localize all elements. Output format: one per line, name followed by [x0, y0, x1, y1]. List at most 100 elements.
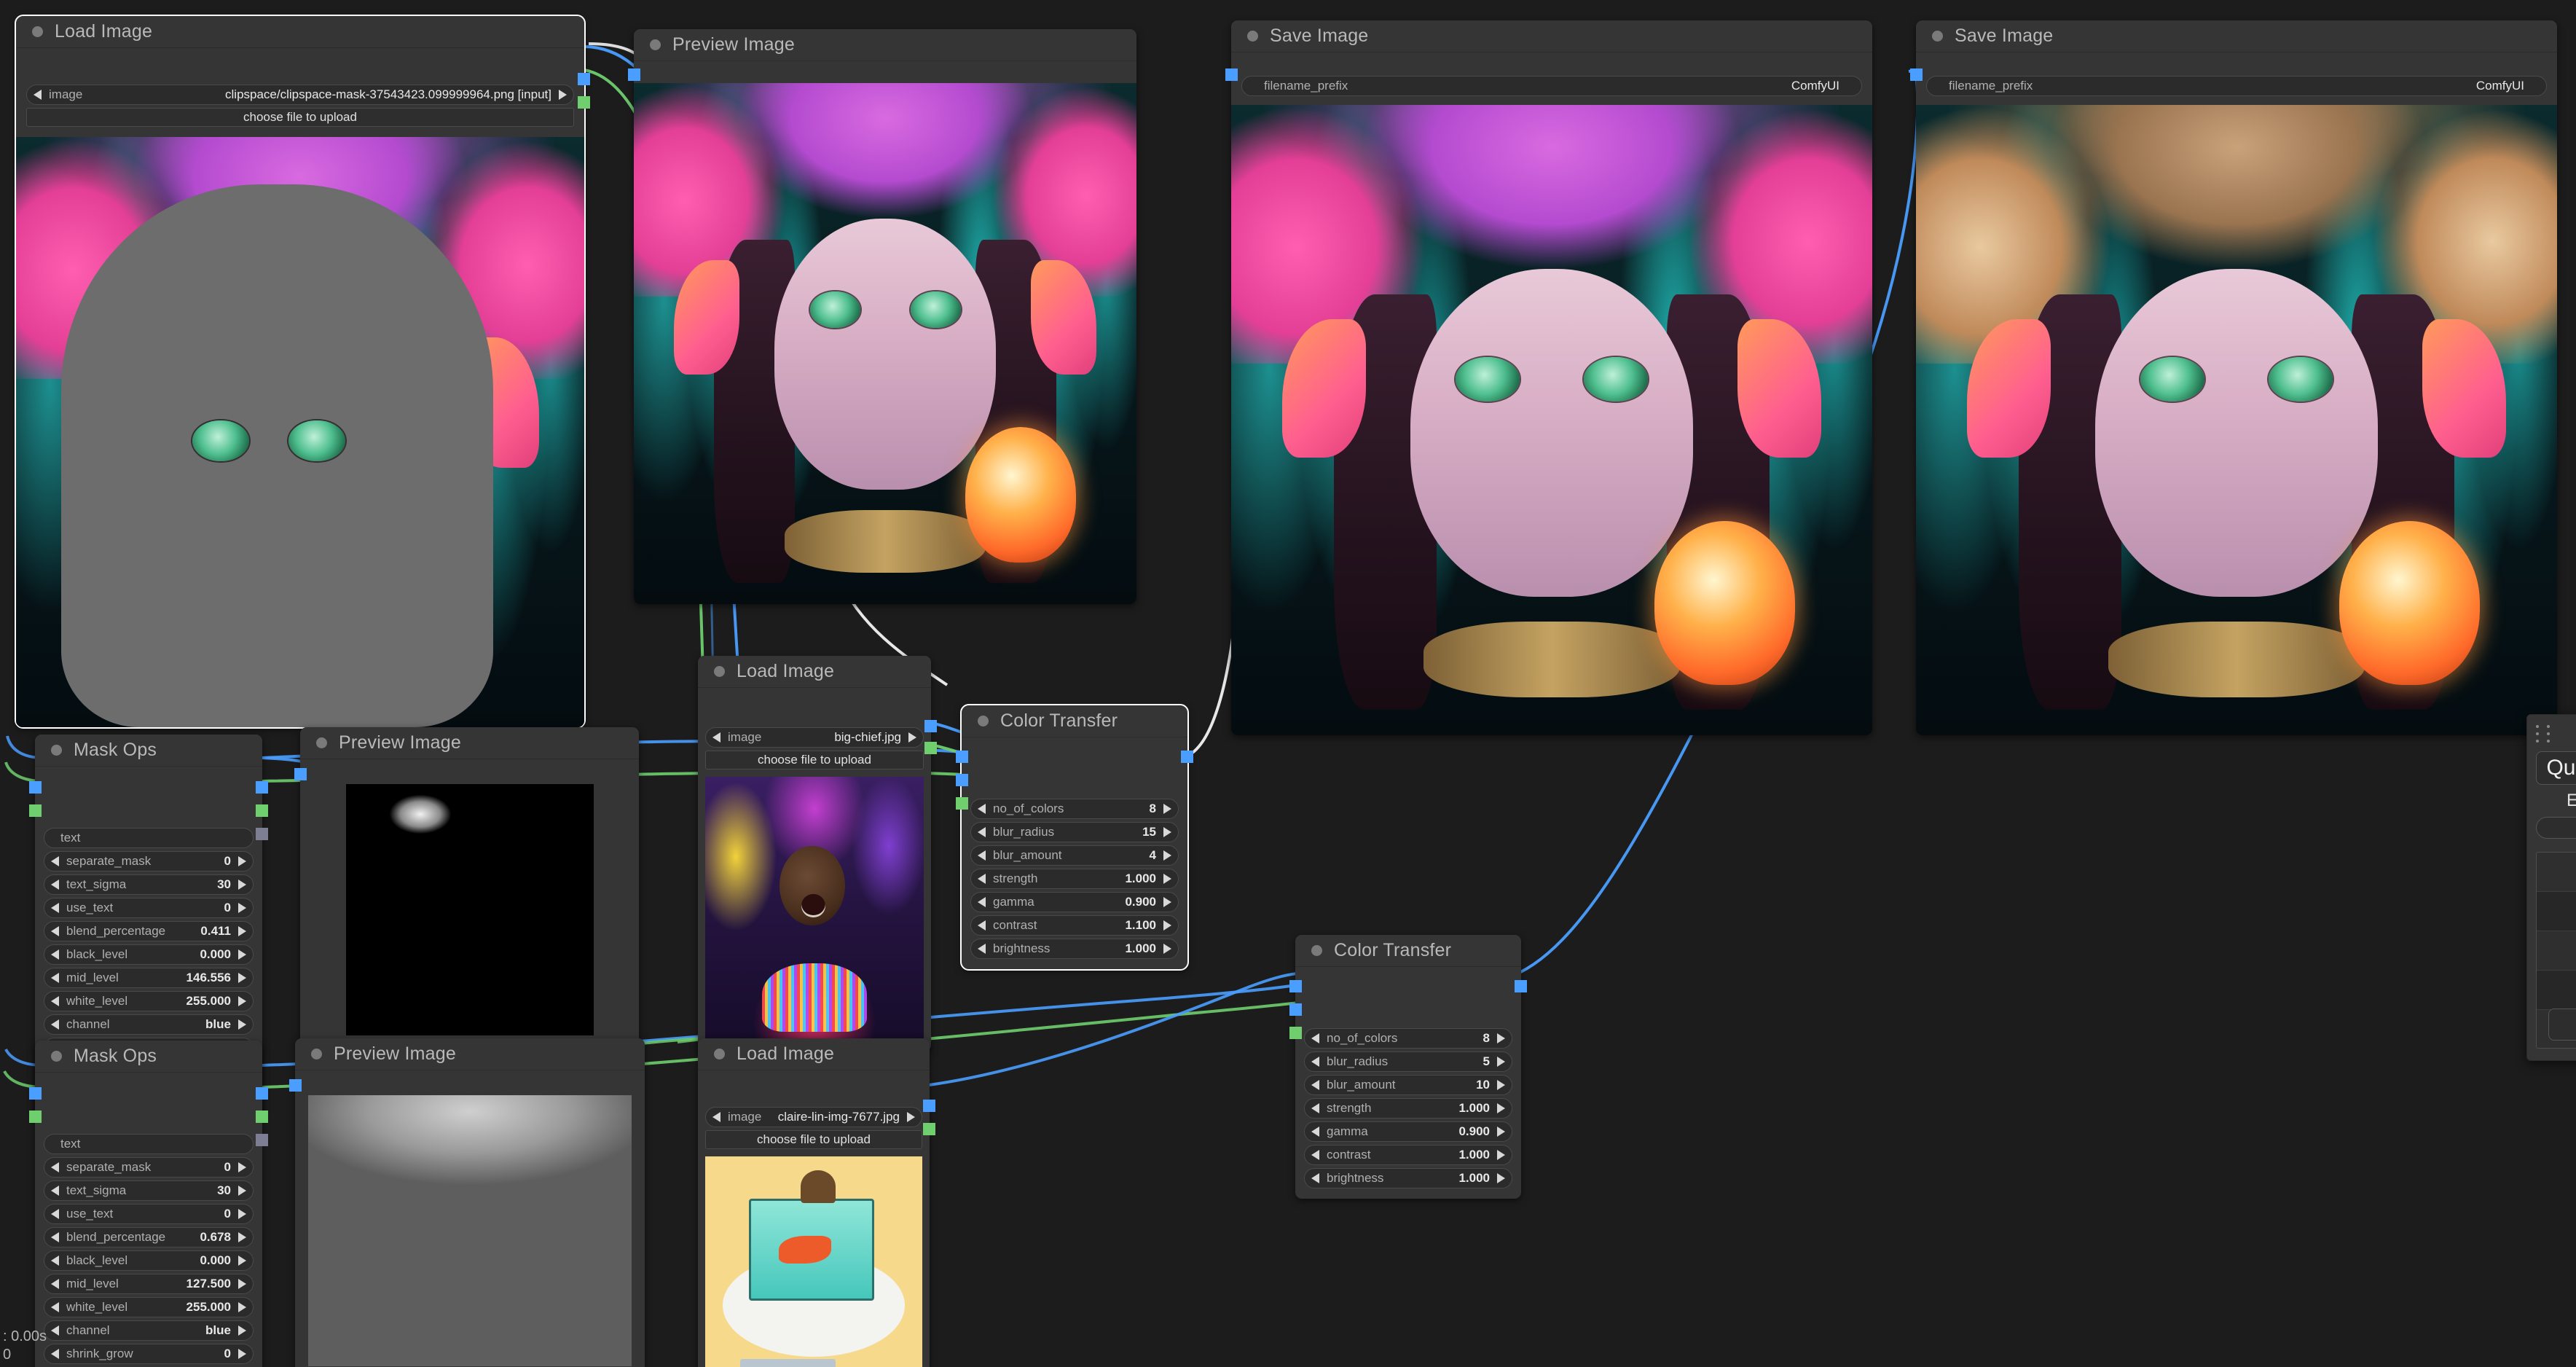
output-slot-image[interactable]: [256, 1087, 268, 1100]
collapse-dot-icon[interactable]: [978, 716, 989, 726]
collapse-dot-icon[interactable]: [1932, 31, 1943, 42]
collapse-dot-icon[interactable]: [650, 39, 661, 50]
next-arrow-icon[interactable]: [1163, 804, 1171, 814]
widget-text-sigma[interactable]: text_sigma 30: [44, 1180, 254, 1201]
prev-arrow-icon[interactable]: [978, 827, 986, 837]
prev-arrow-icon[interactable]: [978, 804, 986, 814]
next-arrow-icon[interactable]: [1163, 874, 1171, 884]
list-item[interactable]: [2537, 971, 2576, 1010]
next-arrow-icon[interactable]: [1163, 920, 1171, 931]
collapse-dot-icon[interactable]: [1247, 31, 1258, 42]
widget-white-level[interactable]: white_level 255.000: [44, 1297, 254, 1317]
node-save-image-left[interactable]: Save Image filename_prefix ComfyUI: [1225, 20, 1872, 735]
widget-black-level[interactable]: black_level 0.000: [44, 944, 254, 965]
widget-contrast[interactable]: contrast 1.100: [970, 915, 1179, 936]
prev-arrow-icon[interactable]: [51, 1302, 59, 1312]
next-arrow-icon[interactable]: [238, 1209, 246, 1219]
next-arrow-icon[interactable]: [238, 856, 246, 866]
widget-black-level[interactable]: black_level 0.000: [44, 1250, 254, 1271]
widget-separate-mask[interactable]: separate_mask 0: [44, 851, 254, 871]
input-slot-mask[interactable]: [1289, 1027, 1302, 1039]
node-preview-mask-2[interactable]: Preview Image: [289, 1038, 645, 1367]
next-arrow-icon[interactable]: [907, 1112, 915, 1122]
next-arrow-icon[interactable]: [238, 1019, 246, 1030]
next-arrow-icon[interactable]: [1163, 827, 1171, 837]
prev-arrow-icon[interactable]: [51, 1186, 59, 1196]
widget-no-of-colors[interactable]: no_of_colors 8: [1304, 1028, 1512, 1049]
node-preview-image-top[interactable]: Preview Image: [628, 29, 1136, 604]
prev-arrow-icon[interactable]: [51, 1232, 59, 1242]
next-arrow-icon[interactable]: [238, 1279, 246, 1289]
list-item[interactable]: [2537, 853, 2576, 892]
widget-mid-level[interactable]: mid_level 127.500: [44, 1274, 254, 1294]
output-slot-mask[interactable]: [924, 742, 937, 754]
node-color-transfer-2[interactable]: Color Transfer no_of_colors 8 blur_radiu…: [1289, 935, 1527, 1199]
prev-arrow-icon[interactable]: [51, 1162, 59, 1172]
node-title-bar[interactable]: Preview Image: [300, 727, 639, 759]
input-slot-source-image[interactable]: [1289, 1003, 1302, 1016]
input-slot-images[interactable]: [1225, 68, 1238, 81]
widget-text-sigma[interactable]: text_sigma 30: [44, 874, 254, 895]
widget-use-text[interactable]: use_text 0: [44, 1204, 254, 1224]
next-arrow-icon[interactable]: [238, 996, 246, 1006]
input-slot-target-image[interactable]: [956, 751, 968, 763]
input-slot-image[interactable]: [29, 1087, 42, 1100]
output-slot-image[interactable]: [1181, 751, 1193, 763]
queue-list[interactable]: Clear: [2536, 852, 2576, 1049]
node-title-bar[interactable]: Load Image: [698, 1038, 930, 1070]
next-arrow-icon[interactable]: [238, 1349, 246, 1359]
prev-arrow-icon[interactable]: [51, 1279, 59, 1289]
node-title-bar[interactable]: Load Image: [698, 656, 931, 688]
next-arrow-icon[interactable]: [1497, 1057, 1505, 1067]
next-arrow-icon[interactable]: [238, 949, 246, 960]
prev-arrow-icon[interactable]: [51, 1256, 59, 1266]
next-arrow-icon[interactable]: [238, 1162, 246, 1172]
choose-file-to-upload-button[interactable]: choose file to upload: [26, 108, 574, 127]
node-title-bar[interactable]: Save Image: [1916, 20, 2557, 52]
widget-blur-amount[interactable]: blur_amount 4: [970, 845, 1179, 866]
output-slot-extra[interactable]: [256, 828, 268, 840]
widget-gamma[interactable]: gamma 0.900: [970, 892, 1179, 912]
collapse-dot-icon[interactable]: [714, 666, 725, 677]
next-arrow-icon[interactable]: [238, 1186, 246, 1196]
next-arrow-icon[interactable]: [238, 973, 246, 983]
prev-arrow-icon[interactable]: [712, 732, 720, 743]
node-title-bar[interactable]: Load Image: [16, 16, 584, 48]
widget-blur-radius[interactable]: blur_radius 15: [970, 822, 1179, 842]
next-arrow-icon[interactable]: [1163, 850, 1171, 861]
widget-text[interactable]: text: [44, 1134, 254, 1154]
widget-shrink-grow[interactable]: shrink_grow 0: [44, 1344, 254, 1364]
widget-image-combo[interactable]: image big-chief.jpg: [705, 727, 924, 748]
node-save-image-right[interactable]: Save Image filename_prefix ComfyUI: [1910, 20, 2557, 735]
node-title-bar[interactable]: Preview Image: [295, 1038, 645, 1070]
collapse-dot-icon[interactable]: [32, 26, 43, 37]
collapse-dot-icon[interactable]: [316, 737, 327, 748]
widget-blur-radius[interactable]: blur_radius 5: [1304, 1051, 1512, 1072]
choose-file-to-upload-button[interactable]: choose file to upload: [705, 1130, 922, 1149]
list-item[interactable]: [2537, 892, 2576, 931]
prev-arrow-icon[interactable]: [712, 1112, 720, 1122]
prev-arrow-icon[interactable]: [1311, 1173, 1319, 1183]
queue-front-button[interactable]: Queue Front: [2536, 817, 2576, 839]
node-title-bar[interactable]: Mask Ops: [35, 1041, 262, 1073]
node-load-image-mask[interactable]: Load Image image clipspace/clipspace-mas…: [15, 15, 590, 729]
output-slot-image[interactable]: [923, 1100, 935, 1112]
widget-separate-mask[interactable]: separate_mask 0: [44, 1157, 254, 1178]
comfyui-menu-panel[interactable]: Queue Prompt Extra options Queue Front C…: [2526, 714, 2576, 1061]
widget-blur-amount[interactable]: blur_amount 10: [1304, 1075, 1512, 1095]
prev-arrow-icon[interactable]: [978, 874, 986, 884]
node-title-bar[interactable]: Color Transfer: [1295, 935, 1521, 967]
next-arrow-icon[interactable]: [1497, 1033, 1505, 1043]
list-item[interactable]: [2537, 931, 2576, 971]
collapse-dot-icon[interactable]: [51, 1051, 62, 1062]
input-slot-images[interactable]: [1910, 68, 1923, 81]
node-load-image-claire[interactable]: Load Image image claire-lin-img-7677.jpg…: [698, 1038, 935, 1367]
collapse-dot-icon[interactable]: [714, 1049, 725, 1059]
widget-gamma[interactable]: gamma 0.900: [1304, 1121, 1512, 1142]
next-arrow-icon[interactable]: [238, 1232, 246, 1242]
prev-arrow-icon[interactable]: [51, 1209, 59, 1219]
prev-arrow-icon[interactable]: [51, 996, 59, 1006]
widget-image-combo[interactable]: image claire-lin-img-7677.jpg: [705, 1107, 922, 1127]
next-arrow-icon[interactable]: [238, 903, 246, 913]
next-arrow-icon[interactable]: [238, 880, 246, 890]
